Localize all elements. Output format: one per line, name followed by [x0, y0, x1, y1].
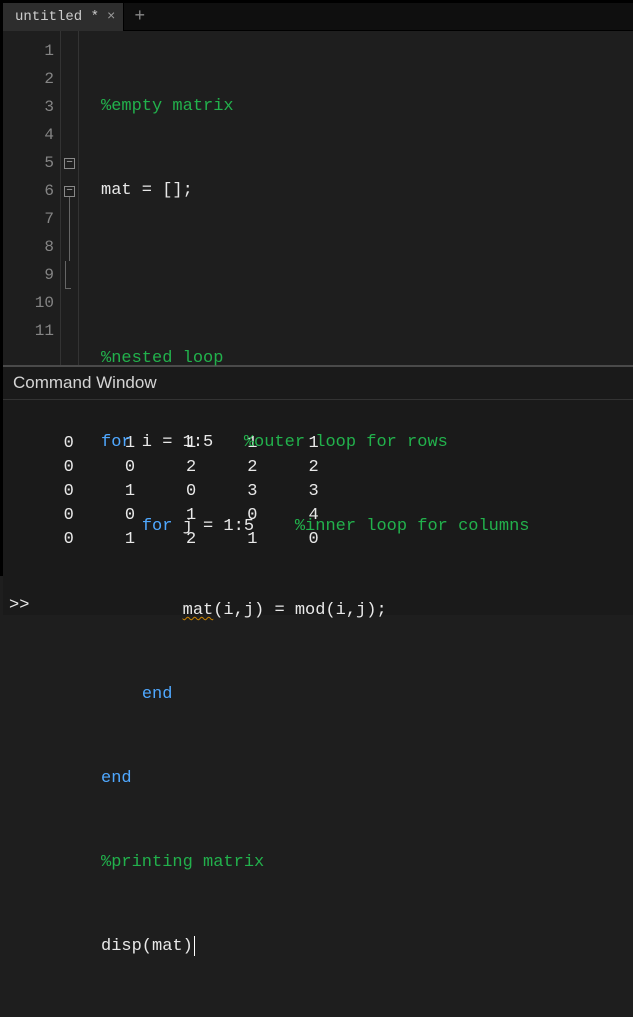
fold-end	[65, 261, 71, 289]
line-number: 10	[15, 289, 54, 317]
code-comment: %empty matrix	[101, 97, 234, 116]
code-editor[interactable]: 1 2 3 4 5 6 7 8 9 10 11 − − %empty matri…	[3, 31, 633, 367]
editor-tab[interactable]: untitled * ×	[3, 3, 124, 31]
fold-line	[69, 197, 70, 261]
fold-gutter: − −	[61, 31, 79, 365]
code-comment: %nested loop	[101, 349, 223, 368]
code-text: (i,j) = mod(i,j);	[213, 601, 386, 620]
line-number: 8	[15, 233, 54, 261]
add-tab-button[interactable]: +	[124, 8, 155, 26]
code-text: disp(mat)	[101, 937, 193, 956]
code-area[interactable]: %empty matrix mat = []; %nested loop for…	[79, 31, 633, 365]
code-keyword: for	[142, 517, 173, 536]
line-number: 11	[15, 317, 54, 345]
fold-toggle-icon[interactable]: −	[64, 186, 75, 197]
line-number: 9	[15, 261, 54, 289]
code-text: j = 1:5	[172, 517, 294, 536]
fold-toggle-icon[interactable]: −	[64, 158, 75, 169]
code-text: mat = [];	[101, 181, 193, 200]
line-number: 4	[15, 121, 54, 149]
tab-title: untitled *	[15, 9, 99, 25]
code-keyword: end	[101, 769, 132, 788]
code-text: i = 1:5	[132, 433, 244, 452]
line-number: 6	[15, 177, 54, 205]
line-number: 5	[15, 149, 54, 177]
text-cursor	[194, 936, 195, 956]
tab-bar: untitled * × +	[3, 3, 633, 31]
line-number: 3	[15, 93, 54, 121]
code-var-warning: mat	[183, 601, 214, 620]
code-comment: %outer loop for rows	[244, 433, 448, 452]
line-number: 2	[15, 65, 54, 93]
close-icon[interactable]: ×	[107, 10, 115, 24]
code-comment: %printing matrix	[101, 853, 264, 872]
code-comment: %inner loop for columns	[295, 517, 530, 536]
line-number: 7	[15, 205, 54, 233]
code-keyword: end	[142, 685, 173, 704]
code-keyword: for	[101, 433, 132, 452]
line-number-gutter: 1 2 3 4 5 6 7 8 9 10 11	[3, 31, 61, 365]
line-number: 1	[15, 37, 54, 65]
